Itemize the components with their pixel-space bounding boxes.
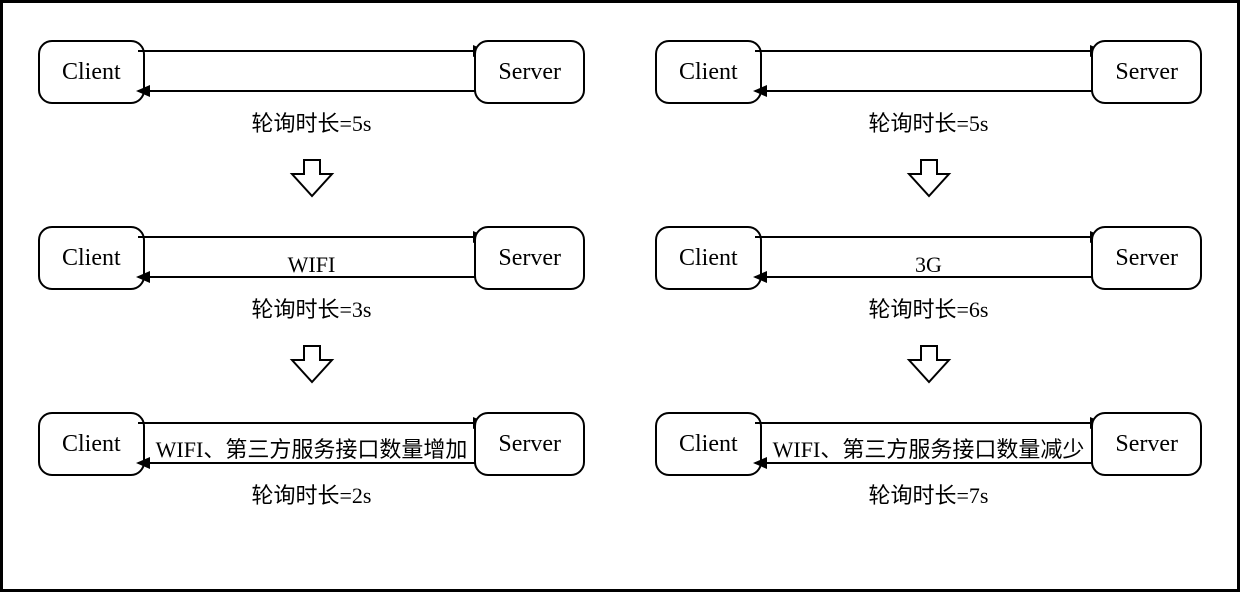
arrows-pair: [138, 40, 485, 102]
server-node: Server: [474, 40, 585, 104]
left-stage-1: Client Server 轮询时长=5s: [38, 18, 585, 158]
client-node: Client: [655, 412, 762, 476]
arrows-pair: [755, 412, 1102, 474]
arrows-pair: [138, 226, 485, 288]
server-node: Server: [474, 412, 585, 476]
arrows-pair: [138, 412, 485, 474]
right-stage-2: 3G Client Server 轮询时长=6s: [655, 204, 1202, 344]
response-arrow: [755, 462, 1102, 464]
server-node: Server: [1091, 226, 1202, 290]
arrows-pair: [755, 40, 1102, 102]
arrows-pair: [755, 226, 1102, 288]
request-arrow: [138, 236, 485, 238]
polling-label: 轮询时长=5s: [755, 106, 1102, 138]
down-arrow-icon: [655, 158, 1202, 204]
request-arrow: [138, 50, 485, 52]
response-arrow: [755, 276, 1102, 278]
polling-label: 轮询时长=6s: [755, 292, 1102, 324]
down-arrow-icon: [38, 158, 585, 204]
client-node: Client: [655, 226, 762, 290]
response-arrow: [138, 462, 485, 464]
server-node: Server: [1091, 40, 1202, 104]
diagram-frame: Client Server 轮询时长=5s WIFI Client Server…: [0, 0, 1240, 592]
left-stage-2: WIFI Client Server 轮询时长=3s: [38, 204, 585, 344]
response-arrow: [138, 90, 485, 92]
right-column: Client Server 轮询时长=5s 3G Client Server 轮…: [620, 3, 1237, 589]
request-arrow: [138, 422, 485, 424]
down-arrow-icon: [655, 344, 1202, 390]
polling-label: 轮询时长=2s: [138, 478, 485, 510]
polling-label: 轮询时长=3s: [138, 292, 485, 324]
request-arrow: [755, 50, 1102, 52]
client-node: Client: [655, 40, 762, 104]
request-arrow: [755, 236, 1102, 238]
response-arrow: [755, 90, 1102, 92]
right-stage-1: Client Server 轮询时长=5s: [655, 18, 1202, 158]
polling-label: 轮询时长=7s: [755, 478, 1102, 510]
down-arrow-icon: [38, 344, 585, 390]
client-node: Client: [38, 226, 145, 290]
left-stage-3: WIFI、第三方服务接口数量增加 Client Server 轮询时长=2s: [38, 390, 585, 530]
left-column: Client Server 轮询时长=5s WIFI Client Server…: [3, 3, 620, 589]
polling-label: 轮询时长=5s: [138, 106, 485, 138]
response-arrow: [138, 276, 485, 278]
server-node: Server: [1091, 412, 1202, 476]
server-node: Server: [474, 226, 585, 290]
request-arrow: [755, 422, 1102, 424]
client-node: Client: [38, 40, 145, 104]
client-node: Client: [38, 412, 145, 476]
right-stage-3: WIFI、第三方服务接口数量减少 Client Server 轮询时长=7s: [655, 390, 1202, 530]
